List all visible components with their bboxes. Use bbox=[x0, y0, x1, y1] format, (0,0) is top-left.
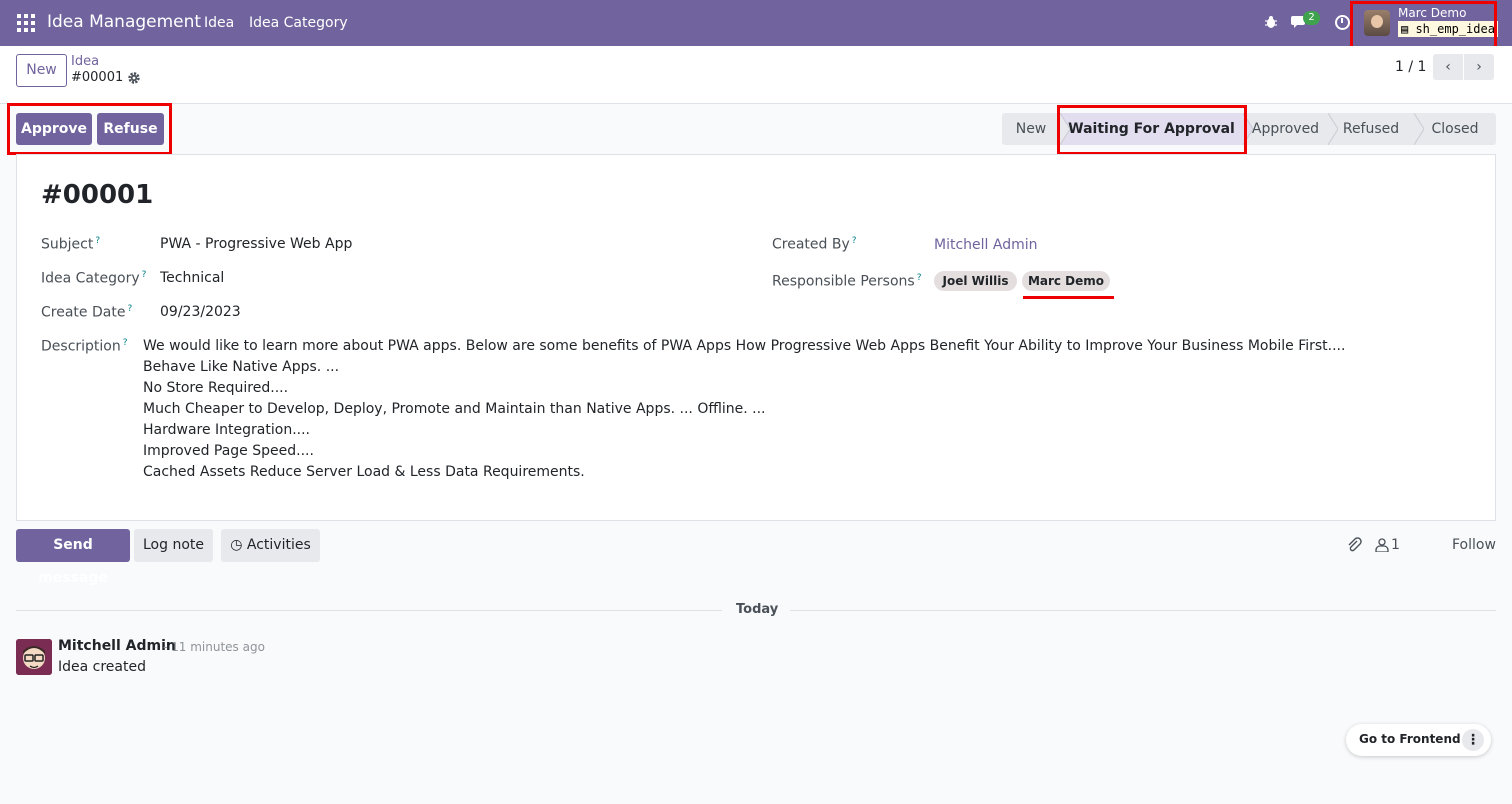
new-button[interactable]: New bbox=[16, 54, 67, 87]
created-by-value[interactable]: Mitchell Admin bbox=[934, 237, 1038, 253]
description-line[interactable]: No Store Required.... bbox=[143, 380, 288, 396]
created-by-label-text: Created By bbox=[772, 236, 850, 253]
highlight-box-actions bbox=[7, 103, 172, 155]
message-author-avatar[interactable] bbox=[16, 639, 52, 675]
stage-closed[interactable]: Closed bbox=[1414, 113, 1496, 145]
log-note-button[interactable]: Log note bbox=[134, 529, 213, 562]
message-author[interactable]: Mitchell Admin bbox=[58, 638, 176, 654]
send-message-button[interactable]: Send message bbox=[16, 529, 130, 586]
create-date-label: Create Date? bbox=[41, 304, 132, 321]
category-value[interactable]: Technical bbox=[160, 270, 224, 286]
stage-new[interactable]: New bbox=[1002, 113, 1060, 145]
menu-idea-category[interactable]: Idea Category bbox=[249, 15, 348, 31]
follower-icon[interactable] bbox=[1375, 538, 1389, 552]
go-to-frontend-button[interactable]: Go to Frontend bbox=[1359, 732, 1461, 746]
message-time: - 11 minutes ago bbox=[163, 640, 265, 654]
help-icon[interactable]: ? bbox=[127, 304, 132, 314]
message-body: Idea created bbox=[58, 659, 146, 675]
activities-label: Activities bbox=[246, 537, 311, 553]
stage-arrow bbox=[1414, 113, 1424, 145]
menu-idea[interactable]: Idea bbox=[204, 15, 234, 31]
subject-value[interactable]: PWA - Progressive Web App bbox=[160, 236, 352, 252]
category-label: Idea Category? bbox=[41, 270, 146, 287]
stage-arrow bbox=[1328, 113, 1338, 145]
responsible-label: Responsible Persons? bbox=[772, 273, 921, 290]
stage-refused[interactable]: Refused bbox=[1328, 113, 1414, 145]
clock-icon: ◷ bbox=[230, 537, 243, 553]
breadcrumb-parent[interactable]: Idea bbox=[71, 54, 99, 69]
responsible-label-text: Responsible Persons bbox=[772, 273, 915, 290]
subject-label: Subject? bbox=[41, 236, 100, 253]
activity-clock-icon[interactable] bbox=[1335, 15, 1350, 30]
category-label-text: Idea Category bbox=[41, 270, 140, 287]
subject-label-text: Subject bbox=[41, 236, 94, 253]
responsible-tag[interactable]: Marc Demo bbox=[1022, 271, 1110, 291]
date-divider-line bbox=[16, 610, 722, 611]
description-line[interactable]: Cached Assets Reduce Server Load & Less … bbox=[143, 464, 585, 480]
date-separator: Today bbox=[736, 602, 779, 617]
record-title: #00001 bbox=[41, 180, 154, 210]
follow-button[interactable]: Follow bbox=[1452, 537, 1496, 553]
pager-previous-button[interactable]: ‹ bbox=[1433, 54, 1463, 80]
help-icon[interactable]: ? bbox=[852, 236, 857, 246]
pager-value[interactable]: 1 / 1 bbox=[1395, 59, 1426, 75]
control-panel: New Idea #00001 1 / 1 ‹ › bbox=[0, 46, 1512, 104]
highlight-box-stage bbox=[1057, 105, 1247, 155]
description-line[interactable]: Behave Like Native Apps. ... bbox=[143, 359, 339, 375]
description-line[interactable]: We would like to learn more about PWA ap… bbox=[143, 338, 1345, 354]
responsible-tag[interactable]: Joel Willis bbox=[934, 271, 1017, 291]
help-icon[interactable]: ? bbox=[123, 338, 128, 348]
highlight-underline bbox=[1023, 296, 1114, 299]
description-label-text: Description bbox=[41, 338, 121, 355]
description-label: Description? bbox=[41, 338, 128, 355]
avatar-face-icon bbox=[16, 639, 52, 675]
messaging-badge: 2 bbox=[1303, 11, 1320, 25]
stage-approved[interactable]: Approved bbox=[1243, 113, 1328, 145]
description-line[interactable]: Much Cheaper to Develop, Deploy, Promote… bbox=[143, 401, 766, 417]
gear-icon[interactable] bbox=[127, 71, 141, 85]
description-line[interactable]: Improved Page Speed.... bbox=[143, 443, 314, 459]
create-date-label-text: Create Date bbox=[41, 304, 126, 321]
help-icon[interactable]: ? bbox=[95, 236, 100, 246]
top-navbar: Idea Management Idea Idea Category 2 Mar… bbox=[0, 0, 1512, 46]
app-title[interactable]: Idea Management bbox=[47, 12, 201, 32]
breadcrumb-current: #00001 bbox=[71, 70, 124, 85]
pager-next-button[interactable]: › bbox=[1464, 54, 1494, 80]
activities-button[interactable]: ◷ Activities bbox=[221, 529, 320, 562]
create-date-value[interactable]: 09/23/2023 bbox=[160, 304, 241, 320]
created-by-label: Created By? bbox=[772, 236, 857, 253]
help-icon[interactable]: ? bbox=[142, 270, 147, 280]
highlight-box-user bbox=[1350, 1, 1497, 49]
kebab-menu-icon[interactable]: ⋮ bbox=[1462, 729, 1484, 751]
follower-count[interactable]: 1 bbox=[1391, 537, 1400, 553]
debug-bug-icon[interactable] bbox=[1264, 15, 1278, 29]
apps-menu-icon[interactable] bbox=[17, 14, 35, 32]
date-divider-line bbox=[790, 610, 1496, 611]
description-line[interactable]: Hardware Integration.... bbox=[143, 422, 310, 438]
paperclip-icon[interactable] bbox=[1346, 537, 1362, 553]
help-icon[interactable]: ? bbox=[917, 273, 922, 283]
